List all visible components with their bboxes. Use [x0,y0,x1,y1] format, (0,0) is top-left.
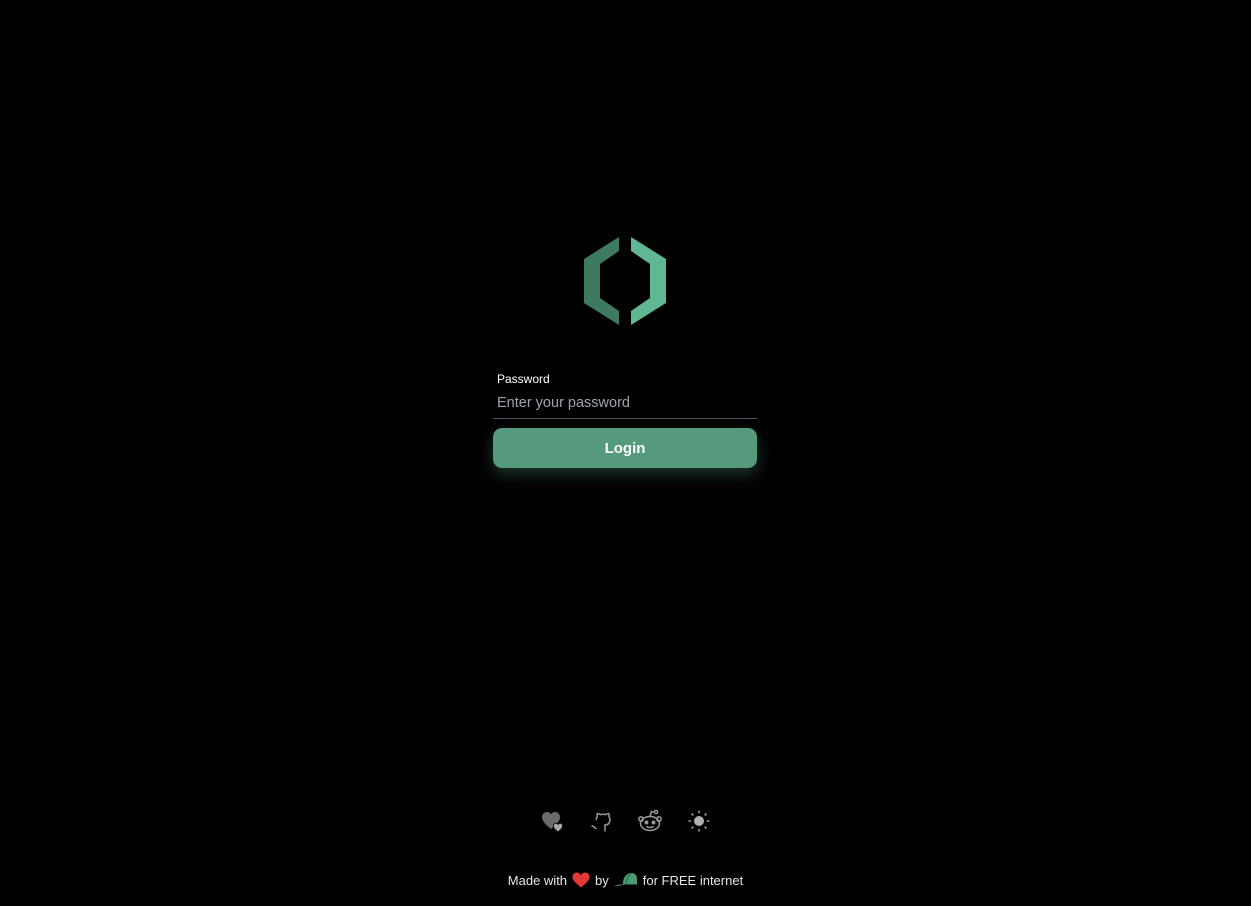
github-icon[interactable] [589,808,615,834]
footer-icon-row [540,808,712,834]
logo-left-bracket [584,237,619,325]
app-logo [584,237,666,325]
password-input[interactable] [493,389,757,419]
footer-by: by [595,872,609,888]
donate-hearts-icon[interactable] [540,808,566,834]
reddit-icon[interactable] [637,808,663,834]
footer-tagline: for FREE internet [642,872,744,888]
theme-toggle-sun-icon[interactable] [686,808,712,834]
footer-credit: Made with by for FREE internet [0,868,1251,892]
login-page: Password Login Made with by for FREE int… [0,0,1251,906]
password-label: Password [497,372,550,386]
login-button[interactable]: Login [493,428,757,468]
footer-made-with: Made with [507,872,568,888]
login-form: Password Login [493,370,757,468]
cap-icon [614,872,638,888]
heart-icon [572,872,590,888]
logo-right-bracket [631,237,666,325]
